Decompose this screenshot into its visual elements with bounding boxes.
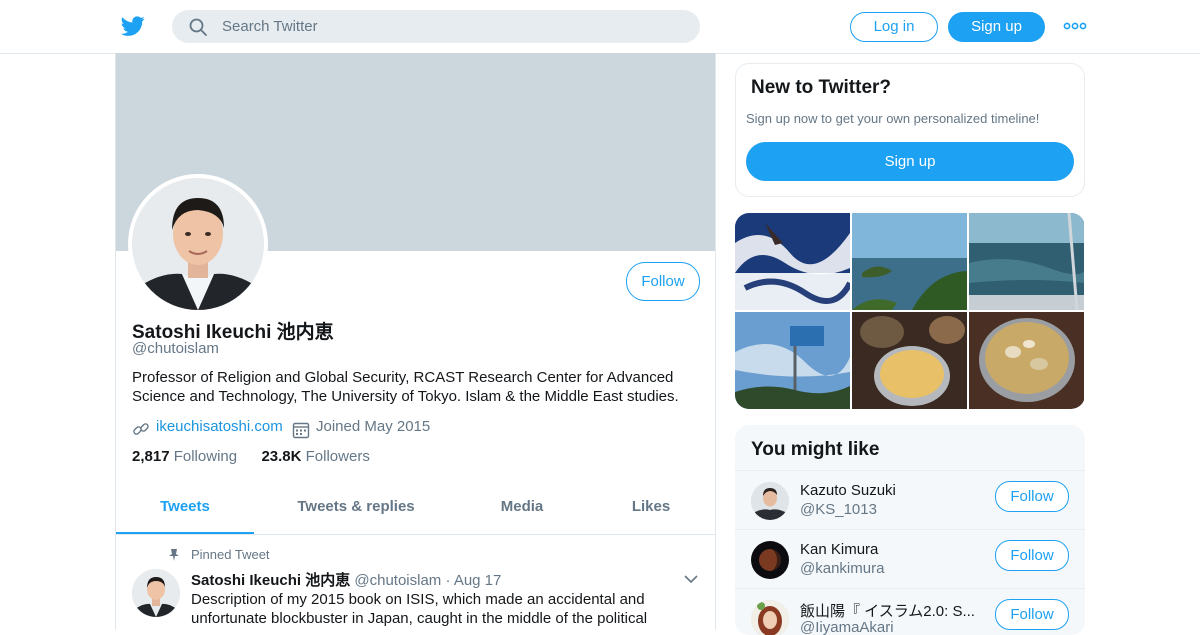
profile-tabs: Tweets Tweets & replies Media Likes xyxy=(116,487,715,535)
followers-stat[interactable]: 23.8K Followers xyxy=(261,448,369,465)
chevron-down-icon[interactable] xyxy=(683,572,699,584)
suggestion-handle[interactable]: @KS_1013 xyxy=(800,501,877,518)
login-button[interactable]: Log in xyxy=(850,12,938,42)
calendar-icon xyxy=(292,421,310,439)
suggestion-handle[interactable]: @IiyamaAkari xyxy=(800,619,894,635)
gallery-image[interactable] xyxy=(852,213,967,310)
following-stat[interactable]: 2,817 Following xyxy=(132,448,237,465)
gallery-image[interactable] xyxy=(969,213,1084,310)
tab-likes[interactable]: Likes xyxy=(616,487,686,534)
media-gallery xyxy=(735,213,1085,409)
suggestion-row[interactable]: 飯山陽『 イスラム2.0: S... @IiyamaAkari Follow xyxy=(735,588,1085,635)
search-box[interactable] xyxy=(172,10,700,43)
avatar[interactable] xyxy=(751,541,789,579)
following-label: Following xyxy=(173,448,238,465)
tweet-text: Description of my 2015 book on ISIS, whi… xyxy=(191,591,648,627)
following-count: 2,817 xyxy=(132,448,170,465)
tweet-author-handle[interactable]: @chutoislam xyxy=(354,572,441,589)
suggestion-handle[interactable]: @kankimura xyxy=(800,560,884,577)
tab-media[interactable]: Media xyxy=(486,487,558,534)
suggestion-name[interactable]: Kazuto Suzuki xyxy=(800,482,980,499)
tab-tweets[interactable]: Tweets xyxy=(116,487,254,534)
you-might-like-title: You might like xyxy=(751,439,880,460)
suggestion-row[interactable]: Kan Kimura @kankimura Follow xyxy=(735,529,1085,589)
you-might-like-card: You might like Kazuto Suzuki @KS_1013 Fo… xyxy=(735,425,1085,635)
tweet-author-name[interactable]: Satoshi Ikeuchi 池内恵 xyxy=(191,572,350,589)
followers-count: 23.8K xyxy=(261,448,302,465)
profile-avatar[interactable] xyxy=(128,174,268,314)
follow-button[interactable]: Follow xyxy=(626,262,700,301)
avatar[interactable] xyxy=(751,482,789,520)
search-input[interactable] xyxy=(222,10,682,43)
profile-stats: 2,817 Following 23.8K Followers xyxy=(132,448,370,465)
tab-tweets-replies[interactable]: Tweets & replies xyxy=(281,487,431,534)
signup-button[interactable]: Sign up xyxy=(948,12,1045,42)
tweet-separator: · xyxy=(445,572,451,589)
suggestion-row[interactable]: Kazuto Suzuki @KS_1013 Follow xyxy=(735,470,1085,530)
followers-label: Followers xyxy=(305,448,370,465)
profile-column: Follow Satoshi Ikeuchi 池内恵 @chutoislam P… xyxy=(115,53,716,630)
suggestion-name[interactable]: 飯山陽『 イスラム2.0: S... xyxy=(800,600,980,621)
new-to-twitter-title: New to Twitter? xyxy=(751,77,892,98)
tweet-header: Satoshi Ikeuchi 池内恵 @chutoislam · Aug 17 xyxy=(191,569,501,590)
suggestion-follow-button[interactable]: Follow xyxy=(995,599,1069,630)
link-icon xyxy=(132,420,150,438)
gallery-image[interactable] xyxy=(735,312,850,409)
twitter-bird-icon[interactable] xyxy=(120,14,146,38)
suggestion-follow-button[interactable]: Follow xyxy=(995,540,1069,571)
new-to-twitter-subtitle: Sign up now to get your own personalized… xyxy=(746,111,1040,126)
profile-bio: Professor of Religion and Global Securit… xyxy=(132,369,679,405)
more-dots-icon[interactable] xyxy=(1062,18,1088,34)
profile-handle[interactable]: @chutoislam xyxy=(132,340,219,357)
pin-icon xyxy=(168,548,180,562)
sidebar-signup-button[interactable]: Sign up xyxy=(746,142,1074,181)
website-link[interactable]: ikeuchisatoshi.com xyxy=(156,418,283,435)
pinned-tweet-label: Pinned Tweet xyxy=(191,547,270,562)
search-icon xyxy=(188,17,208,37)
gallery-image[interactable] xyxy=(852,312,967,409)
gallery-image[interactable] xyxy=(969,312,1084,409)
joined-date: Joined May 2015 xyxy=(316,418,431,435)
tweet-avatar[interactable] xyxy=(132,569,180,617)
suggestion-name[interactable]: Kan Kimura xyxy=(800,541,980,558)
top-navigation-bar: Log in Sign up xyxy=(0,0,1200,54)
suggestion-follow-button[interactable]: Follow xyxy=(995,481,1069,512)
gallery-image[interactable] xyxy=(735,213,850,310)
tweet-date[interactable]: Aug 17 xyxy=(454,572,502,589)
new-to-twitter-card: New to Twitter? Sign up now to get your … xyxy=(735,63,1085,197)
